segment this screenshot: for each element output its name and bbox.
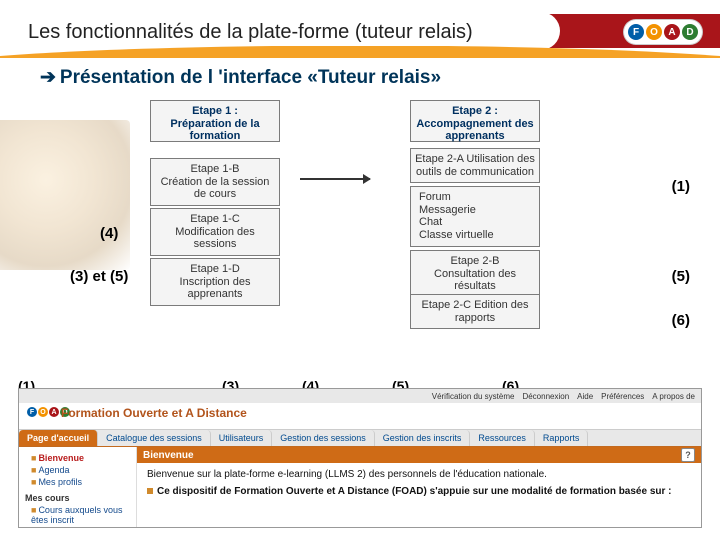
mini-badge-a: A <box>49 407 59 417</box>
etape2-c: Etape 2-C Edition des rapports <box>410 294 540 329</box>
etape2-a: Etape 2-A Utilisation des outils de comm… <box>410 148 540 183</box>
tab-catalogue[interactable]: Catalogue des sessions <box>98 430 211 446</box>
sidebar-date: Cours 03/09/08 <box>31 527 93 528</box>
etape1-head: Etape 1 : Préparation de la formation <box>150 100 280 142</box>
flow-arrow-icon <box>300 178 370 180</box>
welcome-text: Bienvenue sur la plate-forme e-learning … <box>137 463 701 486</box>
badge-letter-a: A <box>664 24 680 40</box>
app-tabs: Page d'accueil Catalogue des sessions Ut… <box>19 429 701 447</box>
bullet-text: Ce dispositif de Formation Ouverte et A … <box>157 486 672 497</box>
app-body: ■Bienvenue ■Agenda ■Mes profils Mes cour… <box>19 447 701 528</box>
annotation-6: (6) <box>672 312 690 329</box>
flowchart: Etape 1 : Préparation de la formation Et… <box>150 100 590 330</box>
tab-rapports[interactable]: Rapports <box>535 430 589 446</box>
welcome-bar: Bienvenue ? <box>137 447 701 463</box>
mini-badge-f: F <box>27 407 37 417</box>
app-screenshot: Vérification du système Déconnexion Aide… <box>18 388 702 528</box>
badge-letter-d: D <box>682 24 698 40</box>
welcome-bar-label: Bienvenue <box>143 450 194 461</box>
subtitle: ➔Présentation de l 'interface «Tuteur re… <box>40 66 441 89</box>
orange-swoosh <box>0 46 720 58</box>
sidebar: ■Bienvenue ■Agenda ■Mes profils Mes cour… <box>19 447 137 528</box>
annotation-1: (1) <box>672 178 690 195</box>
sidebar-mescours-header: Mes cours <box>25 493 130 503</box>
background-photo <box>0 120 130 270</box>
tab-gestion-sessions[interactable]: Gestion des sessions <box>272 430 375 446</box>
arrow-right-icon: ➔ <box>40 67 56 88</box>
annotation-4: (4) <box>100 225 118 242</box>
tab-home[interactable]: Page d'accueil <box>19 430 98 446</box>
sidebar-bienvenue[interactable]: Bienvenue <box>38 453 84 463</box>
etape1-b: Etape 1-B Création de la session de cour… <box>150 158 280 206</box>
tab-ressources[interactable]: Ressources <box>470 430 535 446</box>
tab-gestion-inscrits[interactable]: Gestion des inscrits <box>375 430 471 446</box>
etape1-d: Etape 1-D Inscription des apprenants <box>150 258 280 306</box>
bullet-line: Ce dispositif de Formation Ouverte et A … <box>137 486 701 497</box>
brand-name: Formation Ouverte et A Distance <box>61 406 247 420</box>
etape1-c: Etape 1-C Modification des sessions <box>150 208 280 256</box>
subtitle-text: Présentation de l 'interface «Tuteur rel… <box>60 67 441 88</box>
annotation-5: (5) <box>672 268 690 285</box>
badge-letter-f: F <box>628 24 644 40</box>
etape2-head: Etape 2 : Accompagnement des apprenants <box>410 100 540 142</box>
badge-letter-o: O <box>646 24 662 40</box>
sidebar-agenda[interactable]: Agenda <box>38 465 69 475</box>
app-topbar: Vérification du système Déconnexion Aide… <box>19 389 701 403</box>
sidebar-mescours-item[interactable]: Cours auxquels vous êtes inscrit <box>31 505 122 525</box>
mini-badge-o: O <box>38 407 48 417</box>
etape2-b: Etape 2-B Consultation des résultats <box>410 250 540 298</box>
annotation-3-5: (3) et (5) <box>70 268 128 285</box>
topbar-aide[interactable]: Aide <box>577 392 593 401</box>
main-area: Bienvenue ? Bienvenue sur la plate-forme… <box>137 447 701 528</box>
app-brand: F O A D Formation Ouverte et A Distance <box>19 403 701 429</box>
square-bullet-icon <box>147 488 153 494</box>
tab-utilisateurs[interactable]: Utilisateurs <box>211 430 273 446</box>
topbar-deco[interactable]: Déconnexion <box>522 392 569 401</box>
sidebar-profils[interactable]: Mes profils <box>38 477 82 487</box>
topbar-apropos[interactable]: A propos de <box>652 392 695 401</box>
help-icon[interactable]: ? <box>681 448 695 462</box>
topbar-pref[interactable]: Préférences <box>601 392 644 401</box>
etape2-list: Forum Messagerie Chat Classe virtuelle <box>410 186 540 247</box>
page-title: Les fonctionnalités de la plate-forme (t… <box>28 21 473 44</box>
foad-badge: F O A D <box>624 20 702 44</box>
topbar-verif[interactable]: Vérification du système <box>432 392 515 401</box>
